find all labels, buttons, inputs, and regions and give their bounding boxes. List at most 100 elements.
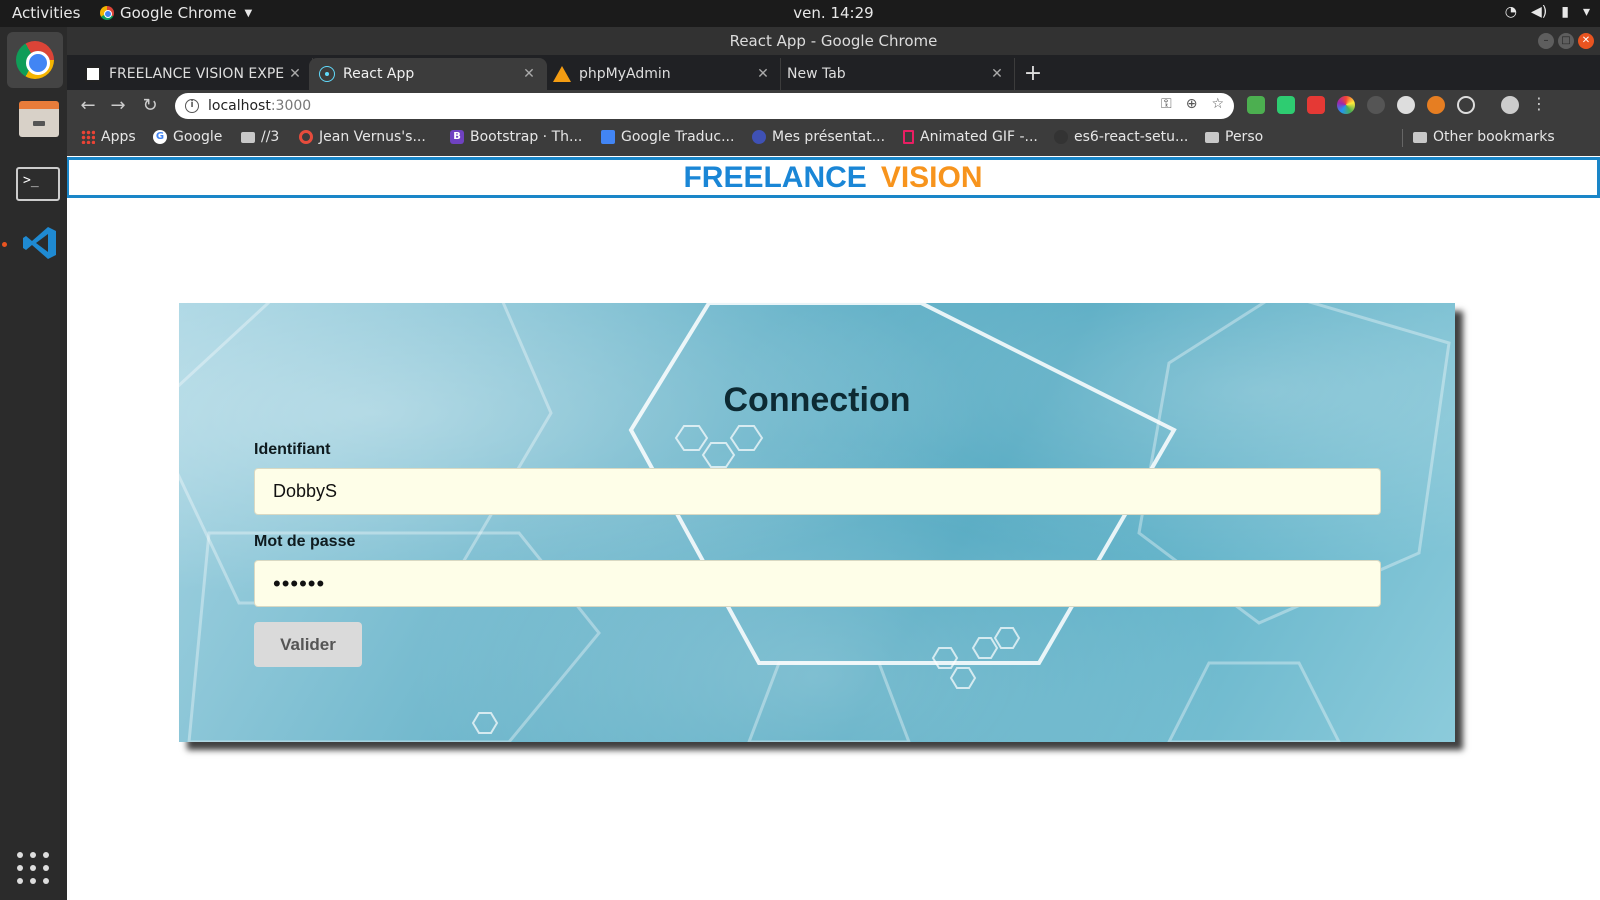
close-tab-icon[interactable]: ✕ [284,66,306,82]
url-port: :3000 [270,98,312,114]
bookmark-animated-gif[interactable]: Animated GIF -... [903,129,1038,145]
tab-freelance-vision[interactable]: FREELANCE VISION EXPE ✕ [75,58,313,90]
username-input[interactable] [254,468,1381,515]
extension-icons: ⋮ [1247,96,1547,114]
star-icon[interactable]: ☆ [1211,96,1224,112]
close-window-button[interactable]: ✕ [1578,33,1594,49]
github-icon [1054,130,1068,144]
bookmark-perso[interactable]: Perso [1205,129,1263,145]
bookmark-label: Jean Vernus's... [319,129,426,145]
bookmark-presentations[interactable]: Mes présentat... [752,129,885,145]
submit-button[interactable]: Valider [254,622,362,667]
bookmark-label: Bootstrap · Th... [470,129,583,145]
extension-icon[interactable] [1397,96,1415,114]
extension-icon[interactable] [1427,96,1445,114]
info-icon[interactable]: i [185,99,199,113]
extension-icon[interactable] [1247,96,1265,114]
site-header: FREELANCE VISION [67,157,1600,198]
tab-label: React App [343,66,415,82]
bookmarks-separator [1402,129,1403,147]
close-tab-icon[interactable]: ✕ [518,66,540,82]
window-title-bar[interactable]: React App - Google Chrome – □ ✕ [67,27,1600,55]
forward-button[interactable]: → [105,93,131,119]
react-icon [319,66,335,82]
bookmark-label: //3 [261,129,280,145]
caret-down-icon[interactable]: ▾ [1583,4,1590,20]
bootstrap-icon: B [450,130,464,144]
bookmark-google-translate[interactable]: Google Traduc... [601,129,734,145]
dock: >_ [0,27,67,900]
bookmark-jean-vernus[interactable]: Jean Vernus's... [299,129,426,145]
folder-icon [241,131,255,143]
bookmark-apps[interactable]: Apps [81,129,136,145]
extension-icon[interactable] [1277,96,1295,114]
tab-label: New Tab [787,66,846,82]
page-content: FREELANCE VISION Connection Identifiant … [67,156,1600,900]
color-picker-icon[interactable] [1337,96,1355,114]
tab-label: phpMyAdmin [579,66,671,82]
maximize-button[interactable]: □ [1558,33,1574,49]
hexagon-background [179,303,1451,742]
dock-vscode[interactable] [6,215,62,271]
clock[interactable]: ven. 14:29 [0,4,1600,22]
new-tab-button[interactable]: + [1020,62,1046,88]
password-label: Mot de passe [254,533,356,550]
back-button[interactable]: ← [75,93,101,119]
login-title: Connection [723,381,911,419]
key-icon[interactable]: ⚿ [1161,96,1172,112]
dock-terminal[interactable]: >_ [6,153,62,209]
bookmark-label: Apps [101,129,136,145]
vscode-icon [23,227,56,259]
chrome-icon [16,41,54,79]
folder-icon [1413,131,1427,143]
tab-label: FREELANCE VISION EXPE [109,66,284,82]
reload-button[interactable]: ↻ [137,93,163,119]
profile-avatar[interactable] [1501,96,1519,114]
extension-icon[interactable] [1367,96,1385,114]
files-icon [19,101,59,137]
address-bar-icons: ⚿ ⊕ ☆ [1161,96,1224,112]
apps-icon [81,130,95,144]
tab-react-app[interactable]: React App ✕ [309,58,547,90]
fv-icon [85,66,101,82]
bookmark-other[interactable]: Other bookmarks [1413,129,1555,145]
system-tray[interactable]: ◔ ◀) ▮ ▾ [1505,4,1590,20]
bookmark-label: Other bookmarks [1433,129,1555,145]
dock-chrome[interactable] [7,32,63,88]
bookmark-es6-react[interactable]: es6-react-setu... [1054,129,1188,145]
site-logo[interactable]: FREELANCE VISION [683,161,982,194]
bookmark-bootstrap[interactable]: B Bootstrap · Th... [450,129,582,145]
phpmyadmin-icon [553,66,571,82]
bookmark-label: Animated GIF -... [920,129,1038,145]
extension-icon[interactable] [1457,96,1475,114]
running-indicator [2,242,7,247]
translate-icon [601,130,615,144]
volume-icon[interactable]: ◀) [1531,4,1547,20]
address-bar[interactable]: i localhost:3000 ⚿ ⊕ ☆ [175,93,1234,119]
tab-phpmyadmin[interactable]: phpMyAdmin ✕ [543,58,781,90]
bookmark-google[interactable]: G Google [153,129,222,145]
bookmark-folder-3[interactable]: //3 [241,129,279,145]
site-icon [752,130,766,144]
tab-strip: FREELANCE VISION EXPE ✕ React App ✕ phpM… [67,55,1600,90]
username-label: Identifiant [254,441,331,458]
extension-icon[interactable] [1307,96,1325,114]
bookmark-label: Google Traduc... [621,129,735,145]
brand-part-2: VISION [880,161,983,194]
battery-icon[interactable]: ▮ [1561,4,1569,20]
bookmark-label: Mes présentat... [772,129,886,145]
menu-icon[interactable]: ⋮ [1531,96,1547,114]
url-host: localhost [208,98,271,114]
bookmark-label: es6-react-setu... [1074,129,1189,145]
zoom-icon[interactable]: ⊕ [1186,96,1198,112]
show-applications-button[interactable] [17,852,49,884]
close-tab-icon[interactable]: ✕ [752,66,774,82]
wifi-icon[interactable]: ◔ [1505,4,1517,20]
close-tab-icon[interactable]: ✕ [986,66,1008,82]
minimize-button[interactable]: – [1538,33,1554,49]
dock-files[interactable] [6,89,62,145]
tab-new-tab[interactable]: New Tab ✕ [777,58,1015,90]
window-title: React App - Google Chrome [729,32,938,50]
google-icon: G [153,130,167,144]
password-input[interactable] [254,560,1381,607]
